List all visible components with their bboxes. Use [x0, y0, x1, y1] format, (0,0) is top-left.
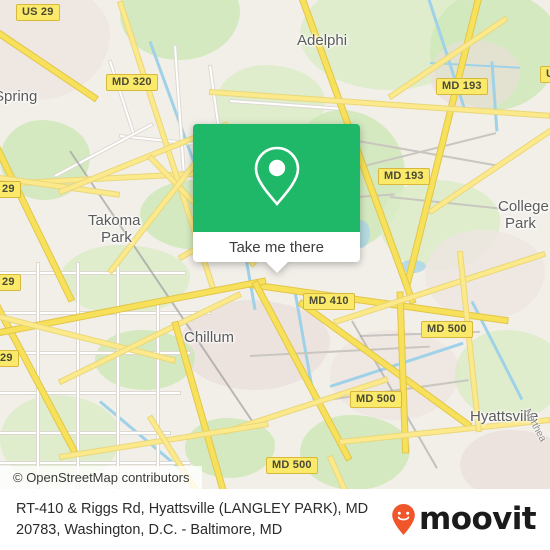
moovit-smiling-pin-icon: [391, 503, 416, 536]
route-shield: MD 193: [436, 78, 488, 95]
route-shield: 29: [0, 274, 21, 291]
minor-road: [0, 392, 180, 394]
landuse-green: [300, 415, 410, 489]
footer-bar: RT-410 & Riggs Rd, Hyattsville (LANGLEY …: [0, 489, 550, 550]
minor-road: [117, 263, 119, 488]
map-attribution[interactable]: © OpenStreetMap contributors: [0, 466, 202, 489]
route-shield: MD 410: [303, 293, 355, 310]
minor-road: [0, 432, 170, 434]
route-shield: U: [540, 66, 550, 83]
minor-road: [0, 272, 185, 274]
address-line-2: 20783, Washington, D.C. - Baltimore, MD: [16, 521, 283, 538]
route-shield: MD 500: [421, 321, 473, 338]
minor-road: [157, 301, 159, 489]
route-shield: MD 320: [106, 74, 158, 91]
place-label: Spring: [0, 88, 38, 105]
place-label: Adelphi: [297, 32, 348, 49]
moovit-wordmark: moovit: [419, 501, 537, 537]
place-label: College: [498, 198, 549, 215]
destination-callout[interactable]: Take me there: [193, 124, 360, 273]
place-label: Park: [505, 215, 536, 232]
moovit-map-screenshot: US 29 MD 320 MD 193 U 29 29 MD 193 MD 410 MD 500…: [0, 0, 550, 550]
minor-road: [0, 352, 190, 354]
place-label: Chillum: [184, 329, 235, 346]
address-block: RT-410 & Riggs Rd, Hyattsville (LANGLEY …: [16, 499, 368, 541]
route-shield: MD 500: [266, 457, 318, 474]
place-label: Park: [101, 229, 132, 246]
map-pin-icon: [250, 143, 304, 214]
route-shield: US 29: [16, 4, 60, 21]
place-label: Takoma: [88, 212, 141, 229]
take-me-there-label: Take me there: [228, 238, 325, 256]
route-shield: MD 193: [378, 168, 430, 185]
minor-road: [109, 60, 136, 138]
callout-icon-panel: [193, 124, 360, 232]
address-line-1: RT-410 & Riggs Rd, Hyattsville (LANGLEY …: [16, 500, 369, 517]
minor-road: [0, 462, 190, 464]
moovit-logo[interactable]: moovit: [391, 501, 537, 537]
map-viewport[interactable]: US 29 MD 320 MD 193 U 29 29 MD 193 MD 410 MD 500…: [0, 0, 550, 489]
take-me-there-button[interactable]: Take me there: [193, 232, 360, 262]
route-shield: 29: [0, 350, 19, 367]
route-shield: 29: [0, 181, 21, 198]
route-shield: MD 500: [350, 391, 402, 408]
callout-pointer-tail: [265, 262, 288, 273]
attribution-text: © OpenStreetMap contributors: [13, 470, 190, 485]
